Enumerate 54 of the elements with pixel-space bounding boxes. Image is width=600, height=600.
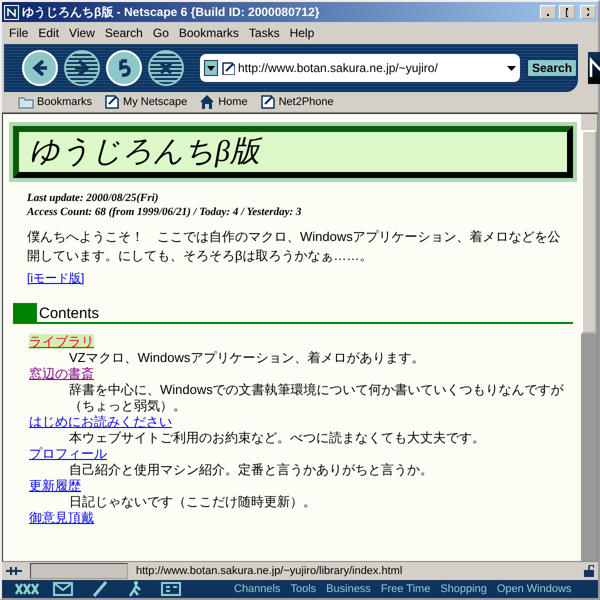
mail-icon[interactable] [50, 580, 76, 598]
taskbar-link[interactable]: Channels [234, 583, 280, 595]
address-field[interactable]: http://www.botan.sakura.ne.jp/~yujiro/ [200, 54, 520, 82]
url-input[interactable]: http://www.botan.sakura.ne.jp/~yujiro/ [238, 61, 504, 75]
address-card-icon[interactable] [158, 580, 184, 598]
connection-icon [6, 566, 22, 576]
taskbar-link[interactable]: Tools [290, 583, 316, 595]
page-heading: ゆうじろんちβ版 [29, 134, 557, 170]
status-url: http://www.botan.sakura.ne.jp/~yujiro/library/index.html [136, 565, 404, 577]
reload-button[interactable] [106, 50, 142, 86]
page-icon [221, 61, 235, 75]
content-link[interactable]: 更新履歴 [29, 478, 81, 493]
lock-icon [584, 565, 594, 577]
link-description: 本ウェブサイトご利用のお約束など。べつに読まなくても大丈夫です。 [69, 430, 486, 446]
menu-item[interactable]: Bookmarks [174, 26, 244, 40]
link-description: 自己紹介と使用マシン紹介。定番と言うかありがちと言うか。 [69, 462, 434, 478]
mode-link[interactable]: [iモード版] [27, 270, 84, 285]
taskbar-link[interactable]: Business [326, 583, 371, 595]
intro-text: 僕んちへようこそ！ ここでは自作のマクロ、Windowsアプリケーション、着メロなどを公開しています。にしても、そろそろβは取ろうかなぁ……。 [27, 228, 562, 265]
home-icon [199, 94, 216, 110]
bookmark-item[interactable]: Bookmarks [18, 94, 92, 110]
content-link[interactable]: 御意見頂戴 [29, 510, 94, 525]
search-button[interactable]: Search [526, 58, 578, 78]
menu-item[interactable]: Help [284, 26, 320, 40]
menu-item[interactable]: Tasks [244, 26, 285, 40]
bookmark-item[interactable]: Net2Phone [260, 94, 334, 110]
content-link[interactable]: はじめにお読みください [29, 414, 172, 429]
link-description: VZマクロ、Windowsアプリケーション、着メロがあります。 [69, 350, 426, 366]
dropdown-icon[interactable] [507, 66, 516, 70]
menu-item[interactable]: Go [148, 26, 174, 40]
maximize-button[interactable] [559, 5, 575, 19]
browser-logo-icon [4, 4, 19, 20]
window-title: ゆうじろんちβ版 - Netscape 6 {Build ID: 2000080712} [22, 4, 320, 20]
back-button[interactable] [22, 50, 58, 86]
menu-item[interactable]: Search [100, 26, 148, 40]
update-info: Last update: 2000/08/25(Fri) [27, 192, 160, 204]
bookmark-item[interactable]: Home [199, 94, 248, 110]
dropdown-icon[interactable] [204, 60, 218, 76]
menu-item[interactable]: File [4, 26, 34, 40]
page-icon [260, 94, 276, 110]
page-icon [104, 94, 120, 110]
link-description: 日記じゃないです（ここだけ随時更新）。 [69, 494, 317, 510]
content-link[interactable]: プロフィール [29, 446, 107, 461]
section-title: Contents [38, 304, 100, 322]
taskbar-link[interactable]: Shopping [440, 583, 487, 595]
menu-item[interactable]: View [64, 26, 100, 40]
link-description: 辞書を中心に、Windowsでの文書執筆環境について何か書いていくつもりなんですが（ちょっと弱気）。 [69, 382, 565, 414]
taskbar-link[interactable]: Free Time [380, 583, 430, 595]
content-link[interactable]: 窓辺の書斎 [29, 366, 94, 381]
menu-item[interactable]: Edit [33, 26, 64, 40]
bookmark-item[interactable]: My Netscape [104, 94, 188, 110]
close-button[interactable] [580, 5, 596, 19]
taskbar-link[interactable]: Open Windows [496, 583, 572, 595]
update-info: Access Count: 68 (from 1999/06/21) / Today: 4 / Yesterday: 3 [27, 206, 302, 218]
